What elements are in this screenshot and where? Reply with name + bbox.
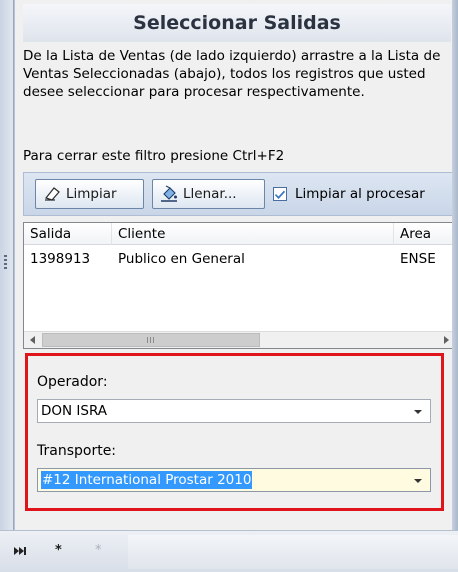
paint-bucket-icon <box>161 185 177 202</box>
transporte-value: #12 International Prostar 2010 <box>41 471 253 489</box>
cell-area: ENSE <box>400 251 436 267</box>
navigator-spacer <box>128 535 458 569</box>
operador-value: DON ISRA <box>41 403 108 419</box>
llenar-label: Llenar... <box>183 186 237 202</box>
last-record-icon[interactable] <box>14 543 28 559</box>
table-row[interactable]: 1398913 Publico en General ENSE <box>24 249 454 269</box>
checkbox-checked-icon[interactable] <box>273 187 287 201</box>
operador-combobox[interactable]: DON ISRA <box>37 399 431 423</box>
operador-label: Operador: <box>37 374 108 390</box>
chevron-down-icon[interactable] <box>414 479 422 483</box>
horizontal-scrollbar[interactable] <box>24 331 454 348</box>
delete-record-button[interactable]: * <box>95 543 102 559</box>
cell-cliente: Publico en General <box>118 251 245 267</box>
filter-panel: Seleccionar Salidas De la Lista de Venta… <box>14 0 458 530</box>
chevron-down-icon[interactable] <box>414 410 422 414</box>
limpiar-al-procesar-checkbox[interactable]: Limpiar al procesar <box>273 184 425 204</box>
ventas-grid[interactable]: Salida Cliente Area 1398913 Publico en G… <box>23 222 455 349</box>
toolbar: Limpiar Llenar... Limpiar al procesar <box>23 172 455 216</box>
limpiar-button[interactable]: Limpiar <box>35 179 144 209</box>
instructions-text: De la Lista de Ventas (de lado izquierdo… <box>23 48 441 100</box>
column-header-cliente[interactable]: Cliente <box>112 223 394 245</box>
splitter-grip-icon[interactable] <box>4 255 7 269</box>
scroll-left-arrow-icon[interactable] <box>24 332 41 348</box>
new-record-button[interactable]: * <box>55 543 62 559</box>
scrollbar-thumb[interactable] <box>42 333 260 347</box>
column-header-salida[interactable]: Salida <box>24 223 112 245</box>
close-hint-text: Para cerrar este filtro presione Ctrl+F2 <box>23 148 285 164</box>
record-navigator: * * <box>0 530 458 572</box>
splitter-edge[interactable] <box>0 0 14 530</box>
eraser-icon <box>44 187 60 201</box>
llenar-button[interactable]: Llenar... <box>152 179 265 209</box>
limpiar-al-procesar-label: Limpiar al procesar <box>295 186 425 202</box>
cell-salida: 1398913 <box>30 251 91 267</box>
transporte-combobox[interactable]: #12 International Prostar 2010 <box>37 468 431 492</box>
column-header-area[interactable]: Area <box>394 223 454 245</box>
grid-header: Salida Cliente Area <box>24 223 454 245</box>
transporte-label: Transporte: <box>37 443 117 459</box>
panel-title: Seleccionar Salidas <box>23 4 451 42</box>
assignment-section: Operador: DON ISRA Transporte: #12 Inter… <box>25 353 444 511</box>
limpiar-label: Limpiar <box>66 186 117 202</box>
window-border <box>452 0 458 530</box>
